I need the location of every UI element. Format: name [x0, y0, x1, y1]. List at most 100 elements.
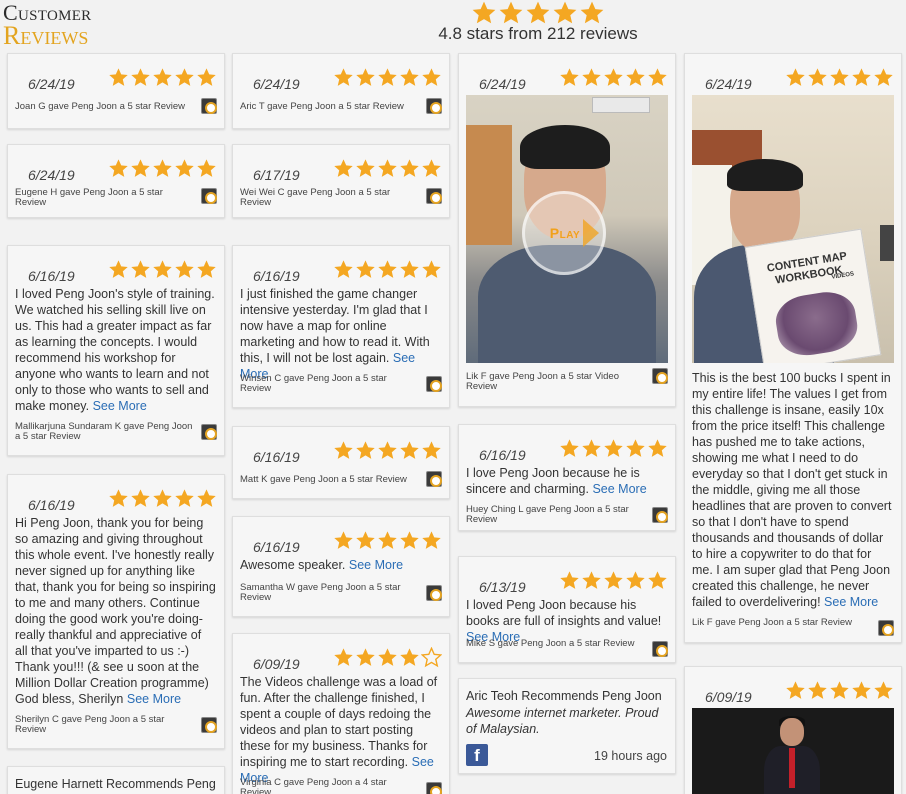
review-source-badge-icon	[426, 376, 442, 392]
review-card[interactable]: 6/16/19 I just finished the game changer…	[232, 245, 450, 408]
star-icon	[400, 68, 419, 86]
review-stars	[108, 488, 217, 509]
star-icon	[422, 68, 441, 86]
review-author-line: Virginia C gave Peng Joon a 4 star Revie…	[240, 777, 387, 794]
star-icon	[553, 1, 577, 24]
review-author-line: Lik F gave Peng Joon a 5 star Review	[692, 617, 853, 628]
review-stars	[108, 67, 217, 88]
review-author-line: Matt K gave Peng Joon a 5 star Review	[240, 474, 407, 485]
star-icon	[560, 571, 579, 589]
review-text: I loved Peng Joon's style of training. W…	[15, 286, 216, 414]
star-icon	[131, 68, 150, 86]
star-icon	[604, 68, 623, 86]
star-icon	[356, 260, 375, 278]
video-thumbnail[interactable]: Play	[466, 95, 668, 363]
star-icon	[852, 68, 871, 86]
review-date: 6/16/19	[253, 449, 300, 465]
review-date: 6/09/19	[705, 689, 752, 705]
review-source-badge-icon	[652, 641, 668, 657]
review-card[interactable]: 6/09/19 The Videos challenge was a load …	[232, 633, 450, 794]
review-stars	[333, 647, 442, 668]
rating-summary: 4.8 stars from 212 reviews	[420, 0, 656, 44]
review-card[interactable]: 6/16/19 Matt K gave Peng Joon a 5 star R…	[232, 426, 450, 499]
workbook-title: CONTENT MAP WORKBOOK	[766, 250, 848, 287]
see-more-link[interactable]: See More	[592, 482, 646, 496]
review-stars	[333, 67, 442, 88]
see-more-link[interactable]: See More	[93, 399, 147, 413]
star-icon	[604, 571, 623, 589]
star-icon	[153, 159, 172, 177]
see-more-link[interactable]: See More	[349, 558, 403, 572]
review-author-line: Sherilyn C gave Peng Joon a 5 star Revie…	[15, 714, 165, 735]
review-source-badge-icon	[426, 98, 442, 114]
review-date: 6/13/19	[479, 579, 526, 595]
review-stars	[559, 67, 668, 88]
review-text: This is the best 100 bucks I spent in my…	[692, 370, 893, 610]
star-icon	[175, 159, 194, 177]
review-card[interactable]: 6/17/19 Wei Wei C gave Peng Joon a 5 sta…	[232, 144, 450, 218]
review-card[interactable]: 6/16/19 I love Peng Joon because he is s…	[458, 424, 676, 531]
star-icon	[356, 531, 375, 549]
review-date: 6/16/19	[253, 539, 300, 555]
review-author-line: Joan G gave Peng Joon a 5 star Review	[15, 101, 186, 112]
star-icon	[421, 647, 442, 668]
star-icon	[109, 489, 128, 507]
review-date: 6/16/19	[28, 497, 75, 513]
review-date: 6/09/19	[253, 656, 300, 672]
play-button-icon[interactable]: Play	[522, 191, 606, 275]
review-card[interactable]: 6/16/19 I loved Peng Joon's style of tra…	[7, 245, 225, 456]
star-icon	[626, 439, 645, 457]
star-icon	[378, 531, 397, 549]
star-icon	[400, 531, 419, 549]
review-card[interactable]: 6/16/19 Awesome speaker. See More Samant…	[232, 516, 450, 617]
star-icon	[109, 159, 128, 177]
star-icon	[334, 159, 353, 177]
recommendation-card[interactable]: Aric Teoh Recommends Peng Joon Awesome i…	[458, 678, 676, 774]
brand-line-2: Reviews	[3, 21, 89, 50]
review-text-body: The Videos challenge was a load of fun. …	[240, 675, 438, 769]
review-stars	[559, 570, 668, 591]
review-card[interactable]: 6/16/19 Hi Peng Joon, thank you for bein…	[7, 474, 225, 749]
review-card[interactable]: 6/24/19 CONTENT MAP WORKBOOK VIDEOS This…	[684, 53, 902, 643]
review-text: Hi Peng Joon, thank you for being so ama…	[15, 515, 216, 707]
review-source-badge-icon	[201, 98, 217, 114]
summary-stars	[420, 0, 656, 26]
review-card[interactable]: 6/24/19 Aric T gave Peng Joon a 5 star R…	[232, 53, 450, 129]
star-icon	[830, 68, 849, 86]
star-icon	[334, 441, 353, 459]
review-card[interactable]: 6/24/19 Eugene H gave Peng Joon a 5 star…	[7, 144, 225, 218]
review-card[interactable]: 6/13/19 I loved Peng Joon because his bo…	[458, 556, 676, 663]
star-icon	[334, 260, 353, 278]
review-card[interactable]: 6/09/19	[684, 666, 902, 794]
review-text: The Videos challenge was a load of fun. …	[240, 674, 441, 786]
review-author-line: Samantha W gave Peng Joon a 5 star Revie…	[240, 582, 401, 603]
play-label: Play	[549, 225, 581, 241]
star-icon	[648, 68, 667, 86]
review-stars	[333, 158, 442, 179]
recommendation-quote: Awesome internet marketer. Proud of Mala…	[466, 706, 659, 736]
facebook-icon[interactable]: f	[466, 744, 488, 766]
see-more-link[interactable]: See More	[824, 595, 878, 609]
review-source-badge-icon	[652, 507, 668, 523]
review-source-badge-icon	[201, 188, 217, 204]
video-review-card[interactable]: 6/24/19 Play Lik F gave Peng Joon a 5 st…	[458, 53, 676, 407]
review-stars	[108, 259, 217, 280]
star-icon	[422, 441, 441, 459]
rating-summary-text: 4.8 stars from 212 reviews	[438, 24, 638, 43]
recommendation-time: 19 hours ago	[594, 749, 667, 763]
recommendation-card[interactable]: Eugene Harnett Recommends Peng	[7, 766, 225, 794]
review-card[interactable]: 6/24/19 Joan G gave Peng Joon a 5 star R…	[7, 53, 225, 129]
review-stars	[333, 440, 442, 461]
review-date: 6/16/19	[479, 447, 526, 463]
star-icon	[830, 681, 849, 699]
review-stars	[559, 438, 668, 459]
review-source-badge-icon	[426, 471, 442, 487]
review-text: Awesome speaker. See More	[240, 557, 441, 573]
brand-logo: Customer Reviews	[3, 2, 91, 49]
star-icon	[378, 648, 397, 666]
review-stars	[333, 259, 442, 280]
see-more-link[interactable]: See More	[127, 692, 181, 706]
star-icon	[131, 489, 150, 507]
star-icon	[197, 159, 216, 177]
star-icon	[400, 441, 419, 459]
